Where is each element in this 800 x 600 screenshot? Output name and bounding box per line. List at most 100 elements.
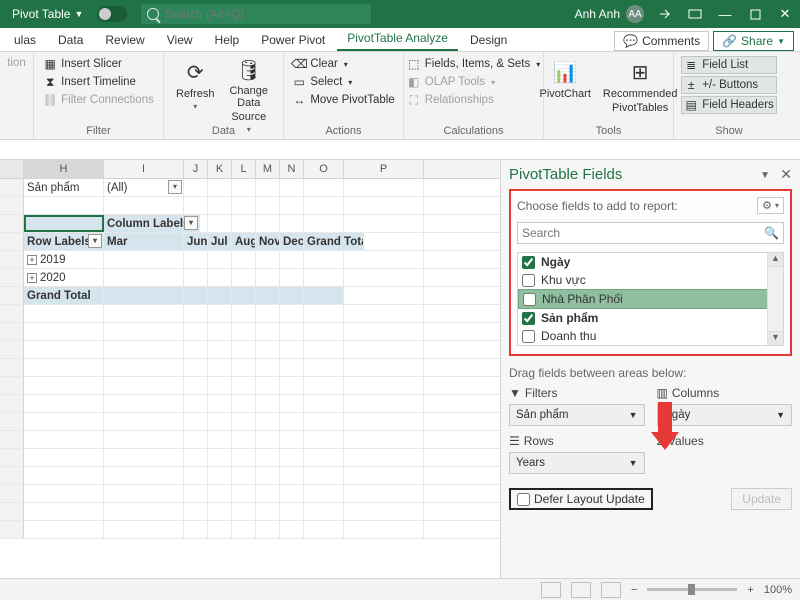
update-button[interactable]: Update (731, 488, 792, 510)
row-labels-header[interactable]: Row Labels▾ (24, 233, 104, 250)
tab-formulas[interactable]: ulas (4, 29, 46, 51)
zoom-slider[interactable] (647, 588, 737, 591)
document-title-dropdown[interactable]: Pivot Table ▼ (4, 5, 91, 23)
col-header-n[interactable]: N (280, 160, 304, 178)
col-header-i[interactable]: I (104, 160, 184, 178)
field-item-san-pham[interactable]: Sản phẩm (518, 309, 783, 327)
share-button[interactable]: 🔗Share▼ (713, 31, 794, 51)
close-pane-icon[interactable]: ✕ (780, 166, 792, 183)
expand-icon[interactable]: + (27, 273, 37, 283)
dropdown-icon[interactable]: ▾ (88, 234, 102, 248)
column-field-ngay[interactable]: Ngày▼ (657, 404, 793, 426)
insert-slicer-button[interactable]: ▦Insert Slicer (41, 56, 156, 72)
col-header-m[interactable]: M (256, 160, 280, 178)
field-item-ngay[interactable]: Ngày (518, 253, 783, 271)
grand-total-col: Grand Total (304, 233, 364, 250)
tab-review[interactable]: Review (95, 29, 154, 51)
selected-cell[interactable] (24, 215, 104, 232)
field-item-doanh-thu[interactable]: Doanh thu (518, 327, 783, 345)
zoom-level[interactable]: 100% (764, 584, 792, 596)
grand-total-row: Grand Total (24, 287, 104, 304)
window-mode-icon[interactable] (680, 0, 710, 28)
defer-layout-update-checkbox[interactable]: Defer Layout Update (509, 488, 653, 510)
ribbon-options-icon[interactable] (650, 0, 680, 28)
recommended-icon: ⊞ (626, 58, 654, 86)
column-headers: H I J K L M N O P (0, 160, 500, 179)
col-header-l[interactable]: L (232, 160, 256, 178)
page-break-view-button[interactable] (601, 582, 621, 598)
search-box[interactable] (141, 4, 371, 24)
tab-help[interactable]: Help (205, 29, 250, 51)
tab-data[interactable]: Data (48, 29, 93, 51)
clear-button[interactable]: ⌫Clear▾ (290, 56, 396, 72)
field-headers-toggle[interactable]: ▤Field Headers (681, 96, 777, 114)
normal-view-button[interactable] (541, 582, 561, 598)
pivottable-fields-pane: PivotTable Fields ▼ ✕ Choose fields to a… (500, 160, 800, 578)
tab-design[interactable]: Design (460, 29, 517, 51)
refresh-button[interactable]: ⟳Refresh▾ (172, 56, 219, 122)
user-identity[interactable]: Anh Anh AA (575, 5, 644, 23)
expand-icon[interactable]: + (27, 255, 37, 265)
select-button[interactable]: ▭Select▾ (290, 74, 396, 90)
plus-minus-icon: ± (684, 78, 698, 92)
plus-minus-buttons-toggle[interactable]: ±+/- Buttons (681, 76, 777, 94)
data-source-icon: 🛢 (235, 58, 263, 83)
minimize-icon[interactable]: — (710, 0, 740, 28)
tab-view[interactable]: View (157, 29, 203, 51)
dropdown-icon[interactable]: ▾ (168, 180, 182, 194)
area-rows[interactable]: ☰Rows Years▼ (509, 434, 645, 474)
col-header-o[interactable]: O (304, 160, 344, 178)
fields-items-sets-button[interactable]: ⬚Fields, Items, & Sets▾ (405, 56, 542, 72)
ribbon-group-data: ⟳Refresh▾ 🛢Change DataSource▾ Data (164, 52, 284, 139)
area-columns[interactable]: ▥Columns Ngày▼ (657, 386, 793, 426)
chevron-down-icon: ▾ (193, 102, 197, 111)
field-item-khu-vuc[interactable]: Khu vực (518, 271, 783, 289)
tab-pivottable-analyze[interactable]: PivotTable Analyze (337, 27, 458, 51)
move-pivottable-button[interactable]: ↔Move PivotTable (290, 92, 396, 108)
zoom-in-icon[interactable]: + (747, 584, 753, 596)
columns-icon: ▥ (657, 386, 668, 400)
insert-timeline-button[interactable]: ⧗Insert Timeline (41, 74, 156, 90)
tab-power-pivot[interactable]: Power Pivot (251, 29, 335, 51)
col-header-p[interactable]: P (344, 160, 424, 178)
fields-search-input[interactable] (522, 226, 764, 240)
relationships-button[interactable]: ⛶Relationships (405, 92, 542, 108)
drag-fields-label: Drag fields between areas below: (509, 366, 792, 380)
recommended-pivottables-button[interactable]: ⊞RecommendedPivotTables (599, 56, 682, 122)
search-input[interactable] (165, 7, 366, 21)
col-header-h[interactable]: H (24, 160, 104, 178)
select-all-corner[interactable] (0, 160, 24, 178)
fields-list[interactable]: Ngày Khu vực Nhà Phân Phối▼ Sản phẩm Doa… (517, 252, 784, 346)
year-row-2019[interactable]: +2019 (24, 251, 104, 268)
comments-button[interactable]: 💬Comments (614, 31, 709, 51)
pivotchart-button[interactable]: 📊PivotChart (536, 56, 595, 122)
filter-field-san-pham[interactable]: Sản phẩm▼ (509, 404, 645, 426)
autosave-toggle[interactable] (97, 6, 127, 22)
month-col-jun: Jun (184, 233, 208, 250)
field-item-nha-phan-phoi[interactable]: Nhà Phân Phối▼ (518, 289, 783, 309)
col-header-j[interactable]: J (184, 160, 208, 178)
year-row-2020[interactable]: +2020 (24, 269, 104, 286)
spreadsheet-grid[interactable]: H I J K L M N O P Sản phẩm (All)▾ Column… (0, 160, 500, 578)
pivot-filter-value[interactable]: (All)▾ (104, 179, 184, 196)
pane-settings-button[interactable]: ⚙▾ (757, 197, 784, 214)
fields-search-box[interactable]: 🔍 (517, 222, 784, 244)
chevron-down-icon[interactable]: ▼ (760, 170, 770, 181)
area-values[interactable]: ΣValues (657, 434, 793, 474)
olap-tools-button[interactable]: ◧OLAP Tools▾ (405, 74, 542, 90)
dropdown-icon[interactable]: ▾ (184, 216, 198, 230)
page-layout-view-button[interactable] (571, 582, 591, 598)
filter-connections-button[interactable]: ⛓Filter Connections (41, 92, 156, 108)
area-filters[interactable]: ▼Filters Sản phẩm▼ (509, 386, 645, 426)
close-icon[interactable]: ✕ (770, 0, 800, 28)
zoom-out-icon[interactable]: − (631, 584, 637, 596)
change-data-source-button[interactable]: 🛢Change DataSource▾ (223, 56, 275, 122)
column-labels-header[interactable]: Column Labels▾ (104, 215, 200, 232)
formula-bar[interactable] (0, 140, 800, 160)
maximize-icon[interactable] (740, 0, 770, 28)
scrollbar[interactable]: ▲▼ (767, 253, 783, 345)
field-list-toggle[interactable]: ≣Field List (681, 56, 777, 74)
search-icon (147, 8, 158, 20)
col-header-k[interactable]: K (208, 160, 232, 178)
row-field-years[interactable]: Years▼ (509, 452, 645, 474)
